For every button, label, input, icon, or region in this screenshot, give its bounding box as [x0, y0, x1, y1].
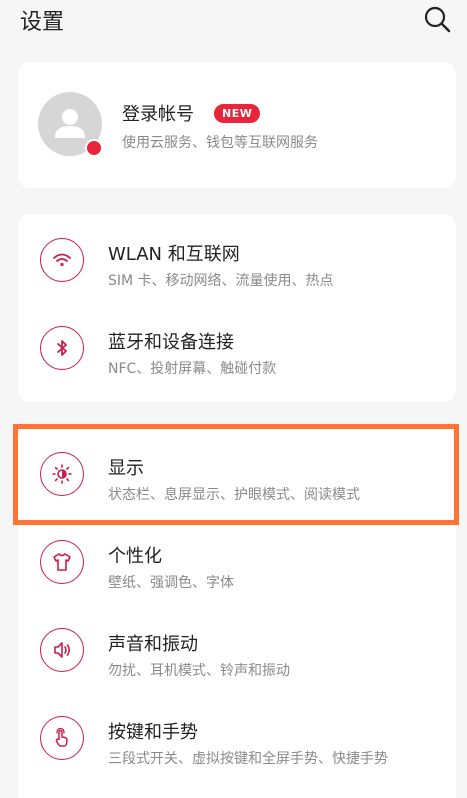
item-title: 蓝牙和设备连接	[108, 332, 234, 353]
speaker-icon-circle	[40, 628, 84, 672]
bluetooth-icon	[57, 340, 67, 356]
speaker-icon	[54, 642, 71, 658]
item-subtitle: 勿扰、耳机模式、铃声和振动	[108, 663, 290, 679]
gesture-icon-circle	[40, 716, 84, 760]
network-card: WLAN 和互联网 SIM 卡、移动网络、流量使用、热点 蓝牙和设备连接 NFC…	[18, 214, 456, 402]
item-title: 按键和手势	[108, 722, 198, 743]
tshirt-icon-circle	[40, 540, 84, 584]
item-title: 声音和振动	[108, 634, 198, 655]
search-button[interactable]	[422, 4, 452, 34]
item-title: 个性化	[108, 546, 162, 567]
notification-dot	[85, 139, 103, 157]
bluetooth-icon-circle	[40, 326, 84, 370]
item-title: WLAN 和互联网	[108, 244, 240, 265]
account-title: 登录帐号	[122, 104, 194, 125]
settings-item-personalization[interactable]: 个性化 壁纸、强调色、字体	[18, 520, 456, 608]
top-bar: 设置	[0, 0, 467, 52]
wifi-icon	[53, 253, 71, 267]
item-subtitle: 三段式开关、虚拟按键和全屏手势、快捷手势	[108, 751, 388, 767]
new-badge: NEW	[214, 104, 261, 123]
tshirt-icon	[53, 553, 71, 571]
settings-item-gestures[interactable]: 按键和手势 三段式开关、虚拟按键和全屏手势、快捷手势	[18, 696, 456, 784]
account-card[interactable]: 登录帐号 NEW 使用云服务、钱包等互联网服务	[18, 62, 456, 188]
settings-item-wlan[interactable]: WLAN 和互联网 SIM 卡、移动网络、流量使用、热点	[18, 218, 456, 306]
avatar	[38, 92, 103, 157]
account-subtitle: 使用云服务、钱包等互联网服务	[122, 135, 318, 151]
item-subtitle: NFC、投射屏幕、触碰付款	[108, 361, 277, 377]
item-subtitle: SIM 卡、移动网络、流量使用、热点	[108, 273, 334, 289]
item-subtitle: 壁纸、强调色、字体	[108, 575, 234, 591]
page-title: 设置	[20, 10, 65, 35]
highlight-box	[13, 424, 459, 525]
wifi-icon-circle	[40, 238, 84, 282]
gesture-icon	[55, 727, 68, 747]
settings-item-bluetooth[interactable]: 蓝牙和设备连接 NFC、投射屏幕、触碰付款	[18, 306, 456, 394]
settings-item-sound[interactable]: 声音和振动 勿扰、耳机模式、铃声和振动	[18, 608, 456, 696]
search-icon	[424, 6, 451, 33]
